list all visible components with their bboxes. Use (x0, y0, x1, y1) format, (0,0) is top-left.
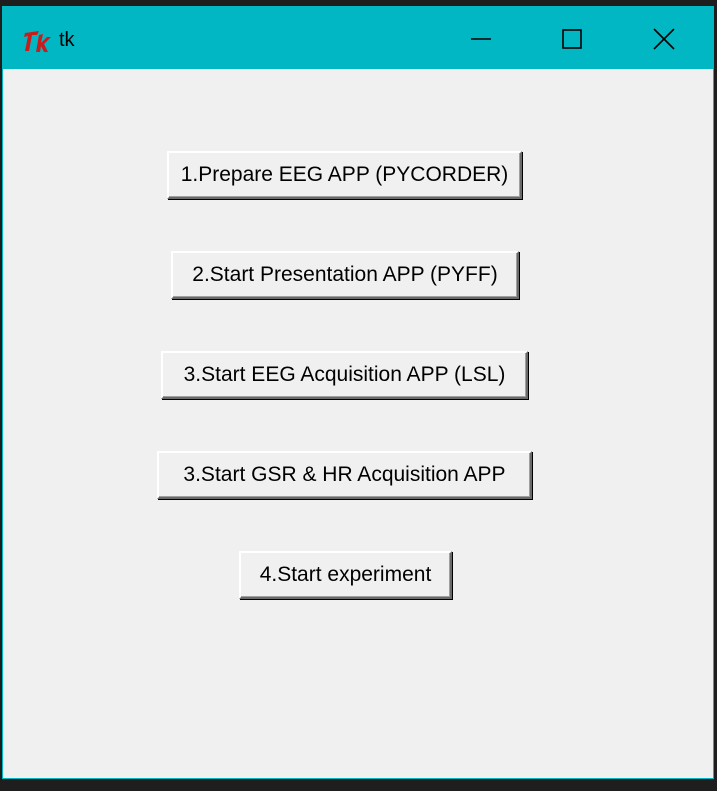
tk-window: tk 1.Prepare EEG APP (PYCORDER) 2.Start … (2, 6, 714, 779)
close-icon (653, 28, 675, 50)
maximize-button[interactable] (549, 17, 595, 61)
minimize-button[interactable] (458, 17, 504, 61)
window-client-area: 1.Prepare EEG APP (PYCORDER) 2.Start Pre… (3, 69, 713, 778)
start-gsr-hr-acquisition-app-button[interactable]: 3.Start GSR & HR Acquisition APP (157, 451, 532, 499)
start-experiment-button[interactable]: 4.Start experiment (239, 551, 452, 599)
close-button[interactable] (641, 17, 687, 61)
tk-feather-icon (24, 31, 51, 52)
window-title: tk (59, 29, 75, 51)
start-eeg-acquisition-app-button[interactable]: 3.Start EEG Acquisition APP (LSL) (161, 351, 528, 399)
minimize-icon (471, 38, 491, 40)
maximize-icon (562, 29, 582, 49)
start-presentation-app-button[interactable]: 2.Start Presentation APP (PYFF) (171, 251, 519, 299)
title-bar[interactable]: tk (3, 7, 713, 69)
prepare-eeg-app-button[interactable]: 1.Prepare EEG APP (PYCORDER) (167, 151, 522, 199)
